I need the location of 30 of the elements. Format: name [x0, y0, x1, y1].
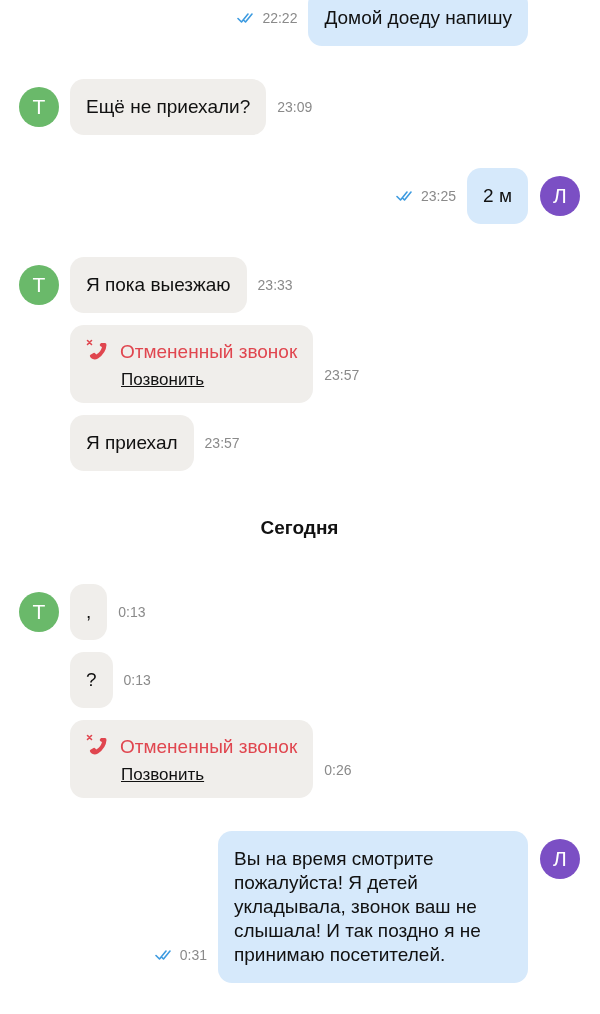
- message-bubble: Ещё не приехали?: [70, 79, 267, 135]
- message-time: 0:13: [123, 671, 151, 689]
- avatar: Т: [19, 87, 59, 127]
- avatar: Л: [540, 176, 580, 216]
- message-time: 23:57: [324, 366, 360, 384]
- date-divider: Сегодня: [260, 517, 339, 539]
- message-time: 23:09: [277, 98, 313, 116]
- message-time: 23:57: [204, 434, 240, 452]
- call-status-text: Отмененный звонок: [120, 735, 298, 759]
- avatar: Л: [540, 839, 580, 879]
- call-back-link[interactable]: Позвонить: [121, 369, 205, 391]
- avatar: Т: [19, 592, 59, 632]
- message-time: 0:13: [118, 603, 146, 621]
- call-status-text: Отмененный звонок: [120, 340, 298, 364]
- message-time: 0:31: [179, 946, 207, 964]
- message-bubble: 2 м: [467, 168, 528, 224]
- call-back-link[interactable]: Позвонить: [121, 764, 205, 786]
- message-time: 23:33: [257, 276, 293, 294]
- message-bubble: ?: [70, 652, 113, 708]
- message-bubble: Вы на время смотрите пожалуйста! Я детей укладывала, звонок ваш не слышала! И так поздно я не принимаю посетителей.: [218, 831, 528, 983]
- missed-call-icon: [86, 734, 108, 756]
- missed-call-icon: [86, 339, 108, 361]
- message-time: 22:22: [262, 9, 298, 27]
- message-time: 0:26: [324, 761, 352, 779]
- message-bubble: ,: [70, 584, 108, 640]
- message-time: 23:25: [421, 187, 457, 205]
- avatar: Т: [19, 265, 59, 305]
- message-bubble: Я приехал: [70, 415, 194, 471]
- message-bubble: Я пока выезжаю: [70, 257, 247, 313]
- message-bubble: Домой доеду напишу: [308, 0, 528, 46]
